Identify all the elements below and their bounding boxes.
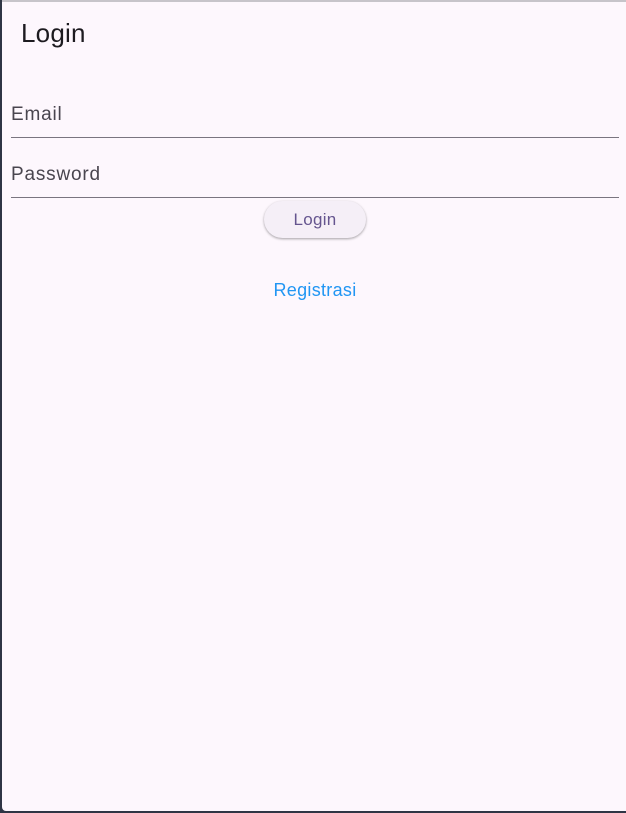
register-link[interactable]: Registrasi xyxy=(2,280,626,301)
password-input[interactable] xyxy=(11,150,619,197)
email-input[interactable] xyxy=(11,90,619,137)
app-bar: Login xyxy=(2,2,626,64)
password-field[interactable]: Password xyxy=(11,150,619,198)
page-title: Login xyxy=(21,18,86,48)
login-button[interactable]: Login xyxy=(264,201,366,238)
email-field[interactable]: Email xyxy=(11,90,619,138)
app-window: Login Email Password Login Registrasi xyxy=(2,0,626,811)
